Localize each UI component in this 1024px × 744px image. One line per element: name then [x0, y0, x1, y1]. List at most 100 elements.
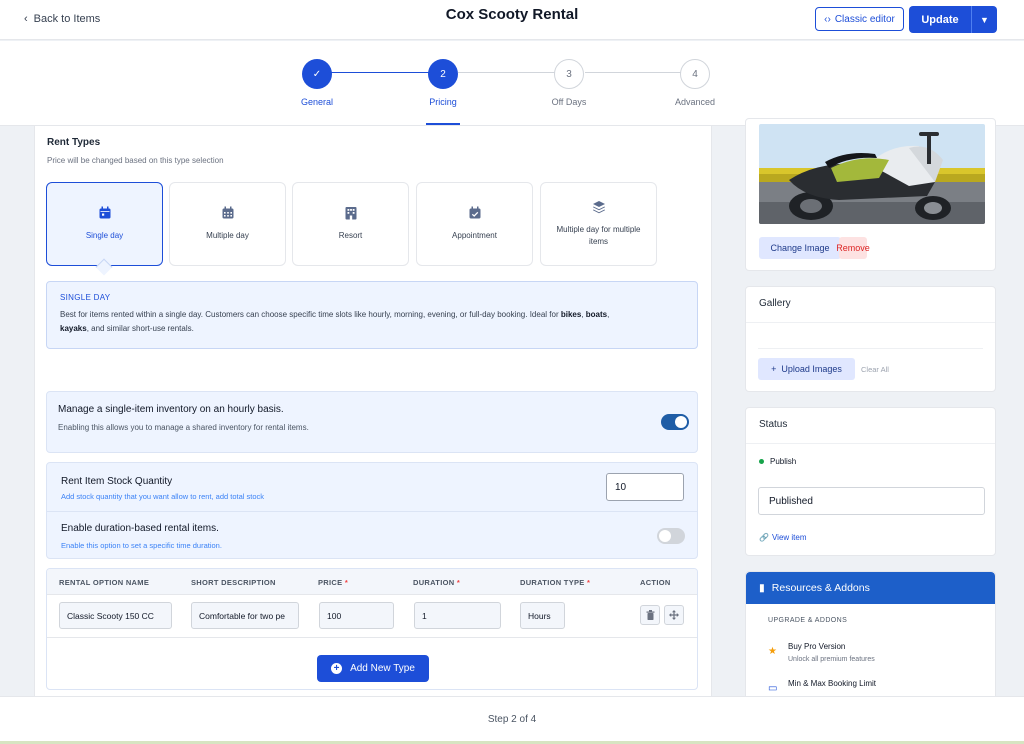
- status-state: Publish: [770, 457, 797, 466]
- toggle-knob: [675, 416, 687, 428]
- upload-images-label: Upload Images: [781, 364, 842, 374]
- book-icon: ▮: [759, 582, 765, 594]
- update-button[interactable]: Update ▼: [909, 6, 997, 33]
- rent-type-label: Single day: [85, 231, 124, 240]
- active-step-indicator: [426, 123, 460, 125]
- step-number: 3: [554, 59, 584, 89]
- step-pricing[interactable]: 2 Pricing: [403, 59, 483, 107]
- footer: Step 2 of 4: [0, 696, 1024, 744]
- duration-title: Enable duration-based rental items.: [61, 523, 219, 534]
- resources-header: ▮ Resources & Addons: [746, 572, 995, 604]
- resources-title: Resources & Addons: [771, 582, 870, 594]
- col-label: DURATION TYPE: [520, 578, 585, 587]
- gallery-title: Gallery: [759, 298, 791, 309]
- upload-images-button[interactable]: + Upload Images: [758, 358, 855, 380]
- stock-quantity-input[interactable]: [606, 473, 684, 501]
- col-label: PRICE: [318, 578, 343, 587]
- stepper: ✓ General 2 Pricing 3 Off Days 4 Advance…: [0, 41, 1024, 126]
- change-image-button[interactable]: Change Image: [759, 237, 841, 259]
- add-new-type-button[interactable]: + Add New Type: [317, 655, 429, 682]
- calendar-day-icon: [99, 206, 110, 219]
- hourly-inventory-toggle[interactable]: [661, 414, 689, 430]
- rent-type-multiple-day-multiple-items[interactable]: Multiple day for multiple items: [540, 182, 657, 266]
- step-progress-label: Step 2 of 4: [487, 714, 537, 725]
- clear-all-link[interactable]: Clear All: [861, 365, 889, 374]
- step-number: 2: [428, 59, 458, 89]
- step-off-days[interactable]: 3 Off Days: [529, 59, 609, 107]
- rent-types-title: Rent Types: [47, 137, 101, 148]
- rent-type-info-box: SINGLE DAY Best for items rented within …: [46, 281, 698, 349]
- plus-icon: +: [771, 364, 777, 374]
- resources-card: ▮ Resources & Addons UPGRADE & ADDONS ★ …: [745, 571, 996, 701]
- divider: [746, 322, 995, 323]
- rental-desc-input[interactable]: [191, 602, 299, 629]
- move-icon[interactable]: [664, 605, 684, 625]
- rent-types-subtitle: Price will be changed based on this type…: [47, 156, 224, 165]
- star-icon: ★: [768, 646, 777, 657]
- resources-subheading: UPGRADE & ADDONS: [768, 617, 848, 624]
- divider: [47, 637, 697, 638]
- info-heading: SINGLE DAY: [60, 293, 111, 302]
- col-duration-type: DURATION TYPE *: [520, 578, 590, 587]
- plus-circle-icon: +: [331, 663, 343, 674]
- info-text-part: ,: [607, 310, 610, 319]
- info-bold: bikes: [560, 310, 582, 319]
- update-label: Update: [921, 13, 959, 26]
- info-bold: kayaks: [60, 324, 87, 333]
- classic-editor-label: Classic editor: [834, 13, 895, 25]
- link-icon: 🔗: [759, 533, 769, 542]
- hourly-inventory-section: Manage a single-item inventory on an hou…: [46, 391, 698, 453]
- check-icon: ✓: [302, 59, 332, 89]
- step-label: Off Days: [551, 97, 587, 107]
- status-card: Status Publish Published 🔗 View item: [745, 407, 996, 556]
- duration-toggle[interactable]: [657, 528, 685, 544]
- info-text-part: Best for items rented within a single da…: [60, 310, 561, 319]
- stock-section: Rent Item Stock Quantity Add stock quant…: [46, 462, 698, 559]
- resource-subtitle: Unlock all premium features: [788, 656, 875, 663]
- col-label: RENTAL OPTION NAME: [59, 578, 150, 587]
- col-label: SHORT DESCRIPTION: [191, 578, 276, 587]
- rent-type-single-day[interactable]: Single day: [46, 182, 163, 266]
- rent-type-label: Multiple day: [206, 231, 249, 240]
- calendar-grid-icon: [222, 206, 233, 219]
- add-new-type-label: Add New Type: [350, 663, 415, 674]
- rent-type-label: Multiple day for multiple items: [556, 225, 641, 246]
- required-mark: *: [456, 578, 461, 587]
- divider: [47, 511, 697, 512]
- rent-type-appointment[interactable]: Appointment: [416, 182, 533, 266]
- divider: [758, 348, 983, 349]
- pricing-panel: Rent Types Price will be changed based o…: [34, 126, 712, 696]
- step-number: 4: [680, 59, 710, 89]
- stock-subtitle: Add stock quantity that you want allow t…: [61, 492, 265, 501]
- step-label: Advanced: [674, 97, 716, 107]
- rental-duration-type-select[interactable]: [520, 602, 565, 629]
- hourly-inventory-title: Manage a single-item inventory on an hou…: [58, 404, 284, 415]
- col-label: ACTION: [640, 578, 671, 587]
- toggle-knob: [659, 530, 671, 542]
- remove-image-button[interactable]: Remove: [836, 237, 870, 259]
- step-advanced[interactable]: 4 Advanced: [655, 59, 735, 107]
- col-name: RENTAL OPTION NAME: [59, 578, 149, 587]
- rental-name-input[interactable]: [59, 602, 172, 629]
- trash-icon[interactable]: [640, 605, 660, 625]
- required-mark: *: [344, 578, 349, 587]
- resource-title: Buy Pro Version: [788, 642, 846, 651]
- view-item-label: View item: [771, 533, 807, 542]
- calendar-icon: ▭: [768, 683, 778, 694]
- classic-editor-button[interactable]: ‹› Classic editor: [815, 7, 904, 31]
- rent-type-label: Appointment: [452, 231, 497, 240]
- required-mark: *: [587, 578, 591, 587]
- rent-type-resort[interactable]: Resort: [292, 182, 409, 266]
- col-duration: DURATION *: [413, 578, 460, 587]
- status-select[interactable]: Published: [758, 487, 985, 515]
- step-general[interactable]: ✓ General: [277, 59, 357, 107]
- hourly-inventory-subtitle: Enabling this allows you to manage a sha…: [58, 423, 309, 432]
- rent-type-multiple-day[interactable]: Multiple day: [169, 182, 286, 266]
- info-text-part: , and similar short-use rentals.: [86, 324, 194, 333]
- rental-duration-input[interactable]: [414, 602, 501, 629]
- rental-price-input[interactable]: [319, 602, 394, 629]
- chevron-down-icon[interactable]: ▼: [971, 6, 997, 33]
- view-item-link[interactable]: 🔗 View item: [759, 533, 807, 542]
- rent-type-label: Resort: [338, 231, 363, 240]
- info-text: Best for items rented within a single da…: [60, 308, 684, 336]
